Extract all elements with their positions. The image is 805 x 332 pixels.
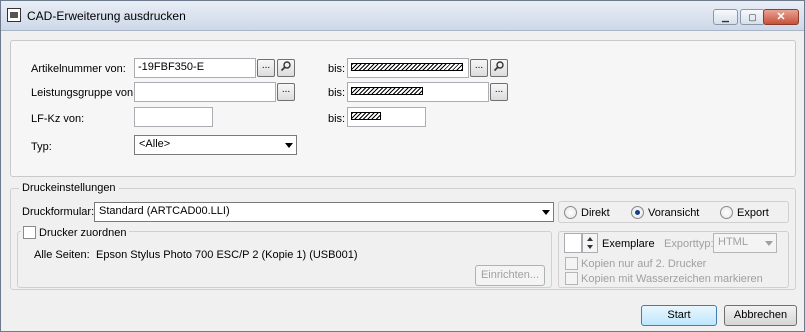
lfkz-bis-input[interactable] bbox=[347, 107, 426, 127]
lfkz-von-label: LF-Kz von: bbox=[31, 113, 85, 125]
maximize-button[interactable]: ▢ bbox=[740, 9, 765, 25]
close-button[interactable]: ✕ bbox=[763, 9, 799, 25]
drucker-zuordnen-label: Drucker zuordnen bbox=[39, 227, 127, 239]
artikel-bis-search-button[interactable] bbox=[490, 59, 508, 77]
radio-voransicht-label: Voransicht bbox=[648, 207, 700, 219]
radio-direkt-label: Direkt bbox=[581, 207, 610, 219]
exporttyp-select[interactable]: HTML bbox=[713, 233, 777, 253]
chevron-down-icon bbox=[765, 241, 773, 246]
exporttyp-label: Exporttyp: bbox=[664, 238, 714, 250]
kopien-drucker-checkbox[interactable] bbox=[565, 257, 578, 270]
kopien-wasserzeichen-label: Kopien mit Wasserzeichen markieren bbox=[581, 273, 763, 285]
leistung-bis-label: bis: bbox=[328, 87, 346, 99]
artikel-bis-label: bis: bbox=[328, 63, 346, 75]
typ-label: Typ: bbox=[31, 141, 52, 153]
typ-select-value: <Alle> bbox=[139, 138, 171, 150]
artikel-von-input[interactable]: -19FBF350-E bbox=[134, 58, 256, 78]
druckformular-label: Druckformular: bbox=[22, 206, 95, 218]
leistung-von-input[interactable] bbox=[134, 82, 276, 102]
title-bar: CAD-Erweiterung ausdrucken ▁ ▢ ✕ bbox=[1, 1, 804, 31]
lfkz-von-input[interactable] bbox=[134, 107, 213, 127]
typ-select[interactable]: <Alle> bbox=[134, 135, 297, 155]
print-dialog-window: CAD-Erweiterung ausdrucken ▁ ▢ ✕ Artikel… bbox=[0, 0, 805, 332]
exporttyp-value: HTML bbox=[718, 236, 748, 248]
window-title: CAD-Erweiterung ausdrucken bbox=[27, 9, 186, 23]
artikel-bis-browse-button[interactable]: ... bbox=[470, 59, 488, 77]
leistung-bis-input[interactable] bbox=[347, 82, 489, 102]
alle-seiten-label: Alle Seiten: bbox=[34, 249, 90, 261]
radio-voransicht[interactable] bbox=[631, 206, 644, 219]
chevron-down-icon bbox=[542, 210, 550, 215]
radio-export-label: Export bbox=[737, 207, 769, 219]
app-icon bbox=[7, 8, 21, 22]
printer-name: Epson Stylus Photo 700 ESC/P 2 (Kopie 1)… bbox=[96, 249, 358, 261]
leistung-von-label: Leistungsgruppe von: bbox=[31, 87, 137, 99]
printer-assign-title: Drucker zuordnen bbox=[21, 226, 130, 239]
abbrechen-button[interactable]: Abbrechen bbox=[724, 305, 797, 326]
chevron-down-icon bbox=[285, 143, 293, 148]
magnifier-icon bbox=[280, 61, 291, 72]
artikel-von-label: Artikelnummer von: bbox=[31, 63, 126, 75]
masked-value bbox=[351, 112, 381, 121]
kopien-drucker-label: Kopien nur auf 2. Drucker bbox=[581, 258, 707, 270]
masked-value bbox=[351, 63, 463, 72]
magnifier-icon bbox=[493, 61, 504, 72]
druckformular-value: Standard (ARTCAD00.LLI) bbox=[99, 205, 230, 217]
leistung-von-browse-button[interactable]: ... bbox=[277, 83, 295, 101]
leistung-bis-browse-button[interactable]: ... bbox=[490, 83, 508, 101]
lfkz-bis-label: bis: bbox=[328, 113, 346, 125]
print-settings-title: Druckeinstellungen bbox=[19, 182, 119, 194]
minimize-button[interactable]: ▁ bbox=[713, 9, 738, 25]
druckformular-select[interactable]: Standard (ARTCAD00.LLI) bbox=[94, 202, 554, 222]
artikel-bis-input[interactable] bbox=[347, 58, 469, 78]
einrichten-button[interactable]: Einrichten... bbox=[475, 265, 545, 286]
exemplare-label: Exemplare bbox=[602, 238, 655, 250]
radio-direkt[interactable] bbox=[564, 206, 577, 219]
artikel-von-browse-button[interactable]: ... bbox=[257, 59, 275, 77]
kopien-wasserzeichen-checkbox[interactable] bbox=[565, 272, 578, 285]
artikel-von-search-button[interactable] bbox=[277, 59, 295, 77]
drucker-zuordnen-checkbox[interactable] bbox=[23, 226, 36, 239]
exemplare-input[interactable] bbox=[564, 233, 582, 253]
exemplare-spinner[interactable] bbox=[582, 233, 598, 253]
radio-export[interactable] bbox=[720, 206, 733, 219]
start-button[interactable]: Start bbox=[641, 305, 717, 326]
masked-value bbox=[351, 87, 423, 96]
